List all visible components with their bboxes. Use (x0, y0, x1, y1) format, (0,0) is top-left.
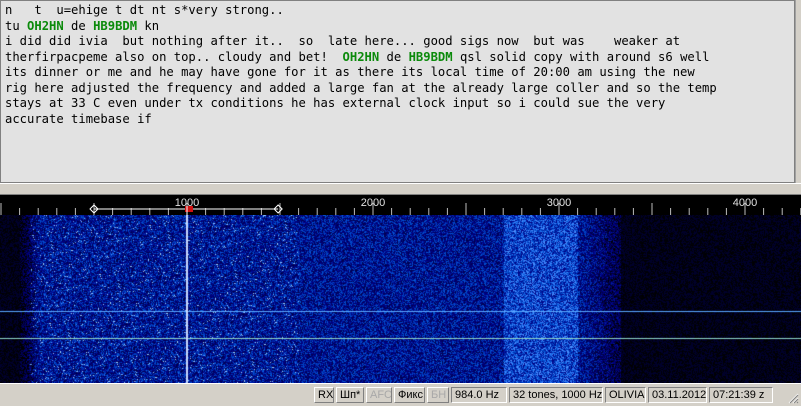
scale-label: 2000 (361, 197, 385, 209)
rx-text-segment: i did did ivia but nothing after it.. so… (5, 34, 681, 48)
frequency-scale[interactable]: 1000 2000 3000 4000 (0, 195, 801, 215)
rx-text-line: accurate timebase if (5, 112, 790, 128)
rx-text-line: rig here adjusted the frequency and adde… (5, 81, 790, 97)
mode-name[interactable]: OLIVIA (605, 387, 646, 403)
rx-text-segment: rig here adjusted the frequency and adde… (5, 80, 717, 95)
rx-text-line: tu OH2HN de HB9BDM kn (5, 19, 790, 35)
rx-text-segment: tu (5, 18, 28, 33)
callsign[interactable]: HB9BDM (409, 50, 453, 64)
fix-button[interactable]: Фикс (394, 387, 425, 403)
rx-button[interactable]: RX (314, 387, 334, 403)
frequency-readout[interactable]: 984.0 Hz (451, 387, 507, 403)
pane-splitter[interactable] (0, 183, 801, 195)
rx-text-segment: accurate timebase if (5, 111, 152, 126)
squelch-button[interactable]: Шп* (336, 387, 364, 403)
cursor-flag-icon[interactable] (185, 206, 193, 212)
status-bar: RX Шп* AFC Фикс БН 984.0 Hz 32 tones, 10… (0, 383, 801, 406)
mode-settings[interactable]: 32 tones, 1000 Hz (509, 387, 603, 403)
afc-button[interactable]: AFC (366, 387, 392, 403)
rx-text-line: stays at 33 C even under tx conditions h… (5, 96, 790, 112)
rx-text-segment: n t u=ehige t dt nt s*very strong.. (5, 3, 284, 17)
rx-text-segment: qsl solid copy with around s6 well (452, 49, 710, 64)
callsign[interactable]: OH2HN (27, 19, 64, 33)
rx-text-line: its dinner or me and he may have gone fo… (5, 65, 790, 81)
waterfall-display[interactable] (0, 215, 801, 383)
rx-text-line: n t u=ehige t dt nt s*very strong.. (5, 3, 790, 19)
rx-text-segment: de (379, 49, 409, 64)
callsign[interactable]: OH2HN (343, 50, 380, 64)
resize-grip-icon[interactable] (787, 392, 799, 404)
callsign[interactable]: HB9BDM (93, 19, 137, 33)
waterfall-canvas[interactable] (0, 215, 801, 383)
bh-button[interactable]: БН (427, 387, 449, 403)
rx-text-line: i did did ivia but nothing after it.. so… (5, 34, 790, 50)
date-readout: 03.11.2012 (648, 387, 707, 403)
scale-label: 3000 (547, 197, 571, 209)
rx-text-line: therfirpacpeme also on top.. cloudy and … (5, 50, 790, 66)
rx-text-segment: kn (137, 18, 160, 33)
rx-text-segment: de (63, 18, 94, 33)
rx-text-segment: therfirpacpeme also on top.. cloudy and … (5, 49, 343, 64)
rx-text-segment: its dinner or me and he may have gone fo… (5, 65, 695, 79)
time-readout: 07:21:39 z (709, 387, 773, 403)
rx-scrollbar[interactable] (795, 0, 801, 183)
scale-label: 4000 (733, 197, 757, 209)
rx-text-segment: stays at 33 C even under tx conditions h… (5, 96, 666, 110)
rx-text-pane[interactable]: n t u=ehige t dt nt s*very strong.. tu OH… (0, 0, 795, 183)
